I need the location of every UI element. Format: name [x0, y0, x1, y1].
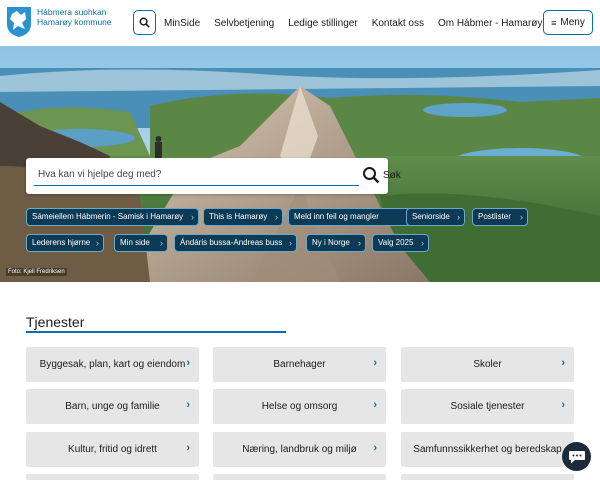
- service-card-barn-unge[interactable]: Barn, unge og familie ›: [26, 389, 199, 424]
- chevron-right-icon: ›: [289, 238, 292, 248]
- hero-search-box: Søk: [26, 158, 401, 194]
- chat-button[interactable]: [562, 442, 591, 471]
- chevron-right-icon: ›: [373, 399, 377, 411]
- quicklink-label: Meld inn feil og mangler: [294, 212, 379, 221]
- quicklink-label: Postlister: [478, 212, 511, 221]
- quicklink-label: Sámeiellem Hábmerin - Samisk i Hamarøy: [32, 212, 184, 221]
- chevron-right-icon: ›: [358, 238, 361, 248]
- quicklink-this-is-hamaroy[interactable]: This is Hamarøy ›: [203, 208, 283, 226]
- service-card-label: Næring, landbruk og miljø: [242, 444, 357, 455]
- nav-item-ledige-stillinger[interactable]: Ledige stillinger: [288, 18, 358, 29]
- chevron-right-icon: ›: [186, 399, 190, 411]
- service-card-partial[interactable]: [213, 474, 386, 480]
- main-nav: MinSide Selvbetjening Ledige stillinger …: [164, 0, 556, 46]
- service-card-label: Sosiale tjenester: [450, 401, 525, 412]
- services-heading: Tjenester: [26, 314, 85, 330]
- header-search-button[interactable]: [133, 10, 156, 35]
- menu-label: Meny: [560, 17, 585, 28]
- brand-line-sami: Hábmera suohkan: [37, 7, 107, 17]
- service-card-naering[interactable]: Næring, landbruk og miljø ›: [213, 432, 386, 467]
- hero-search-button[interactable]: Søk: [362, 166, 401, 184]
- nav-item-selvbetjening[interactable]: Selvbetjening: [214, 18, 274, 29]
- chat-icon: [568, 450, 585, 463]
- chevron-right-icon: ›: [186, 442, 190, 454]
- quicklink-valg-2025[interactable]: Valg 2025 ›: [372, 234, 429, 252]
- service-card-label: Kultur, fritid og idrett: [68, 444, 157, 455]
- quicklink-lederens-hjorne[interactable]: Lederens hjørne ›: [26, 234, 104, 252]
- service-card-skoler[interactable]: Skoler ›: [401, 347, 574, 382]
- hero-banner: Søk Sámeiellem Hábmerin - Samisk i Hamar…: [0, 46, 600, 282]
- quicklink-label: Min side: [120, 238, 150, 247]
- nav-item-minside[interactable]: MinSide: [164, 18, 200, 29]
- service-card-label: Barnehager: [273, 359, 326, 370]
- search-icon: [139, 17, 150, 28]
- service-card-samfunnssikkerhet[interactable]: Samfunnssikkerhet og beredskap: [401, 432, 574, 467]
- chevron-right-icon: ›: [561, 357, 565, 369]
- quicklink-seniorside[interactable]: Seniorside ›: [406, 208, 465, 226]
- brand-line-norwegian: Hamarøy kommune: [37, 17, 112, 27]
- quicklink-label: This is Hamarøy: [209, 212, 268, 221]
- service-card-partial[interactable]: [401, 474, 574, 480]
- service-card-label: Helse og omsorg: [261, 401, 338, 412]
- chevron-right-icon: ›: [520, 212, 523, 222]
- quicklink-label: Lederens hjørne: [32, 238, 91, 247]
- quicklink-label: Ándáris bussa-Andreas buss: [180, 238, 283, 247]
- quicklink-label: Ny i Norge: [312, 238, 350, 247]
- chevron-right-icon: ›: [421, 238, 424, 248]
- quicklink-ny-i-norge[interactable]: Ny i Norge ›: [306, 234, 366, 252]
- chevron-right-icon: ›: [191, 212, 194, 222]
- chevron-right-icon: ›: [561, 399, 565, 411]
- quicklink-samisk[interactable]: Sámeiellem Hábmerin - Samisk i Hamarøy ›: [26, 208, 199, 226]
- service-card-helse-omsorg[interactable]: Helse og omsorg ›: [213, 389, 386, 424]
- chevron-right-icon: ›: [186, 357, 190, 369]
- quicklink-label: Valg 2025: [378, 238, 414, 247]
- service-card-label: Samfunnssikkerhet og beredskap: [413, 444, 562, 455]
- service-card-label: Barn, unge og familie: [65, 401, 160, 412]
- chevron-right-icon: ›: [275, 212, 278, 222]
- photo-credit: Foto: Kjell Fredriksen: [6, 268, 67, 276]
- site-header: Hábmera suohkan Hamarøy kommune MinSide …: [0, 0, 600, 46]
- quicklink-label: Seniorside: [412, 212, 450, 221]
- service-card-label: Byggesak, plan, kart og eiendom: [39, 359, 186, 370]
- service-card-byggesak[interactable]: Byggesak, plan, kart og eiendom ›: [26, 347, 199, 382]
- chevron-right-icon: ›: [373, 357, 377, 369]
- menu-button[interactable]: ≡ Meny: [543, 10, 593, 35]
- quicklink-meld-feil[interactable]: Meld inn feil og mangler›: [288, 208, 421, 226]
- quicklink-andaris-bussa[interactable]: Ándáris bussa-Andreas buss ›: [174, 234, 297, 252]
- hero-search-input[interactable]: [34, 164, 359, 186]
- municipality-logo-icon[interactable]: [6, 6, 32, 38]
- hamburger-icon: ≡: [551, 17, 557, 28]
- service-card-label: Skoler: [473, 359, 502, 370]
- service-card-partial[interactable]: [26, 474, 199, 480]
- quicklink-postlister[interactable]: Postlister ›: [472, 208, 528, 226]
- brand-name[interactable]: Hábmera suohkan Hamarøy kommune: [37, 7, 112, 27]
- search-icon: [363, 167, 380, 184]
- heading-underline: [26, 331, 286, 333]
- service-card-barnehager[interactable]: Barnehager ›: [213, 347, 386, 382]
- quicklink-min-side[interactable]: Min side ›: [114, 234, 168, 252]
- nav-item-om-hamaroy[interactable]: Om Hábmer - Hamarøy: [438, 18, 542, 29]
- chevron-right-icon: ›: [457, 212, 460, 222]
- chevron-right-icon: ›: [96, 238, 99, 248]
- service-card-kultur[interactable]: Kultur, fritid og idrett ›: [26, 432, 199, 467]
- service-card-sosiale-tjenester[interactable]: Sosiale tjenester ›: [401, 389, 574, 424]
- chevron-right-icon: ›: [373, 442, 377, 454]
- search-button-label: Søk: [383, 169, 401, 181]
- chevron-right-icon: ›: [160, 238, 163, 248]
- nav-item-kontakt-oss[interactable]: Kontakt oss: [372, 18, 424, 29]
